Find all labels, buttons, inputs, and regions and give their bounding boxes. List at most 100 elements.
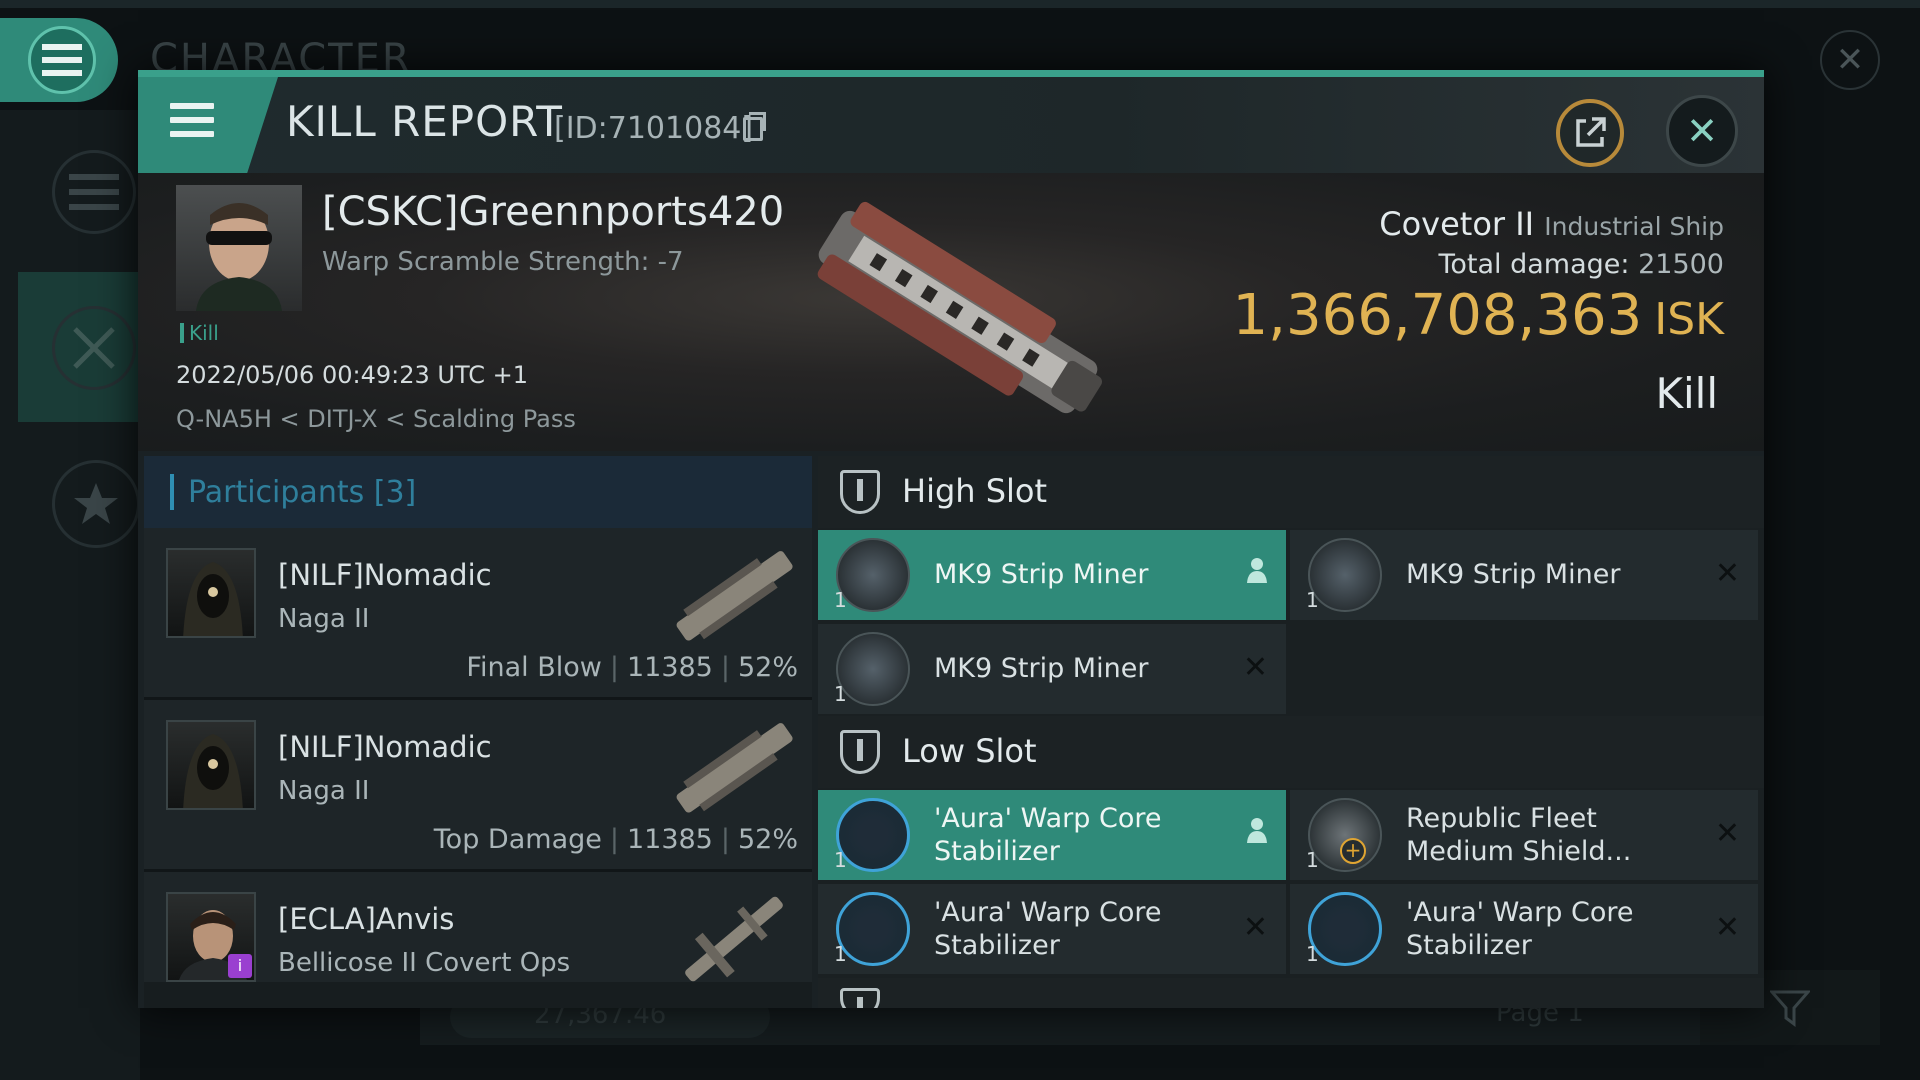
header-menu-button[interactable] bbox=[138, 77, 278, 173]
module-name: MK9 Strip Miner bbox=[934, 653, 1149, 684]
participant-ship: Naga II bbox=[278, 776, 370, 806]
kill-location[interactable]: Q-NA5H < DITJ-X < Scalding Pass bbox=[176, 405, 576, 433]
module-name-line1: 'Aura' Warp Core bbox=[1406, 897, 1634, 928]
module-name-line2: Stabilizer bbox=[1406, 930, 1532, 961]
strip-miner-icon bbox=[836, 538, 910, 612]
participant-avatar[interactable] bbox=[166, 720, 256, 810]
background-menu-button[interactable] bbox=[0, 18, 118, 102]
module-name: 'Aura' Warp Core Stabilizer bbox=[934, 896, 1161, 962]
participant-ship-image[interactable] bbox=[664, 884, 804, 994]
close-icon: ✕ bbox=[1686, 109, 1718, 153]
low-slot-title: Low Slot bbox=[902, 732, 1037, 770]
total-damage: Total damage: 21500 bbox=[1438, 249, 1724, 280]
victim-panel: [CSKC]Greennports420 Warp Scramble Stren… bbox=[138, 173, 1764, 451]
isk-amount: 1,366,708,363 bbox=[1232, 283, 1643, 348]
participant-name: [ECLA]Anvis bbox=[278, 902, 455, 936]
person-icon bbox=[1246, 556, 1268, 591]
warp-core-stabilizer-icon bbox=[836, 892, 910, 966]
list-icon[interactable] bbox=[52, 150, 136, 234]
participant-ship: Bellicose II Covert Ops bbox=[278, 948, 571, 978]
total-damage-value: 21500 bbox=[1638, 249, 1724, 280]
warp-core-stabilizer-icon bbox=[1308, 892, 1382, 966]
dialog-header: KILL REPORT [ID:7101084] ✕ bbox=[138, 77, 1764, 173]
module-quantity: 1 bbox=[834, 682, 847, 706]
module-name-line2: Medium Shield... bbox=[1406, 836, 1632, 867]
module-name-line1: Republic Fleet bbox=[1406, 803, 1597, 834]
participant-role: Top Damage bbox=[433, 824, 602, 855]
module-name: 'Aura' Warp Core Stabilizer bbox=[934, 802, 1161, 868]
victim-avatar[interactable] bbox=[176, 185, 302, 311]
kill-result: Kill bbox=[1655, 369, 1718, 418]
participant-name: [NILF]Nomadic bbox=[278, 730, 492, 764]
module-item[interactable]: 1 'Aura' Warp Core Stabilizer ✕ bbox=[1290, 884, 1758, 974]
participant-ship: Naga II bbox=[278, 604, 370, 634]
victim-ship-name[interactable]: Covetor II bbox=[1379, 205, 1534, 243]
module-item[interactable]: 1 'Aura' Warp Core Stabilizer bbox=[818, 790, 1286, 880]
destroyed-x-icon: ✕ bbox=[1242, 910, 1268, 945]
person-icon bbox=[1246, 816, 1268, 851]
module-name: MK9 Strip Miner bbox=[934, 559, 1149, 590]
participant-percent: 52% bbox=[737, 652, 798, 683]
participant-ship-image[interactable] bbox=[664, 712, 804, 822]
character-badge-icon: i bbox=[228, 954, 252, 978]
background-sidebar bbox=[0, 110, 140, 1080]
victim-ship-line: Covetor II Industrial Ship bbox=[1379, 205, 1724, 243]
high-slot-header: High Slot bbox=[818, 456, 1764, 528]
accent-bar bbox=[138, 70, 1764, 77]
copy-icon[interactable] bbox=[743, 112, 766, 141]
participant-avatar[interactable] bbox=[166, 548, 256, 638]
module-quantity: 1 bbox=[834, 848, 847, 872]
module-quantity: 1 bbox=[1306, 588, 1319, 612]
menu-icon bbox=[28, 26, 96, 94]
victim-ship-image[interactable] bbox=[778, 187, 1138, 437]
high-slot-title: High Slot bbox=[902, 472, 1048, 510]
participant-percent: 52% bbox=[737, 824, 798, 855]
plus-icon: + bbox=[1340, 838, 1366, 864]
module-item[interactable]: 1 MK9 Strip Miner ✕ bbox=[818, 624, 1286, 714]
background-close-icon[interactable]: ✕ bbox=[1820, 30, 1880, 90]
participant-role: Final Blow bbox=[466, 652, 602, 683]
module-name: Republic Fleet Medium Shield... bbox=[1406, 802, 1631, 868]
module-item[interactable]: 1 'Aura' Warp Core Stabilizer ✕ bbox=[818, 884, 1286, 974]
low-slot-header: Low Slot bbox=[818, 716, 1764, 788]
participant-row[interactable]: [NILF]Nomadic Naga II Top Damage | 11385 | 5… bbox=[144, 700, 812, 872]
victim-name: [CSKC]Greennports420 bbox=[322, 189, 785, 235]
participant-name: [NILF]Nomadic bbox=[278, 558, 492, 592]
participant-damage: 11385 bbox=[626, 824, 713, 855]
module-name-line2: Stabilizer bbox=[934, 836, 1060, 867]
participants-header[interactable]: Participants [3] bbox=[144, 456, 812, 528]
destroyed-x-icon: ✕ bbox=[1714, 816, 1740, 851]
kill-report-dialog: KILL REPORT [ID:7101084] ✕ [CSKC]Greennp… bbox=[138, 70, 1764, 1008]
module-name-line1: 'Aura' Warp Core bbox=[934, 803, 1162, 834]
external-link-icon bbox=[1576, 117, 1606, 147]
destroyed-x-icon: ✕ bbox=[1714, 910, 1740, 945]
share-button[interactable] bbox=[1556, 99, 1624, 167]
module-item[interactable]: 1 MK9 Strip Miner bbox=[818, 530, 1286, 620]
module-quantity: 1 bbox=[834, 942, 847, 966]
star-icon[interactable] bbox=[52, 460, 140, 548]
module-item[interactable]: + 1 Republic Fleet Medium Shield... ✕ bbox=[1290, 790, 1758, 880]
low-slot-icon bbox=[840, 730, 880, 774]
participant-stats: Top Damage | 11385 | 52% bbox=[433, 824, 798, 855]
total-damage-label: Total damage: bbox=[1438, 249, 1630, 280]
module-name-line1: 'Aura' Warp Core bbox=[934, 897, 1162, 928]
module-quantity: 1 bbox=[1306, 942, 1319, 966]
strip-miner-icon bbox=[1308, 538, 1382, 612]
high-slot-icon bbox=[840, 470, 880, 514]
participant-ship-image[interactable] bbox=[664, 540, 804, 650]
warp-core-stabilizer-icon bbox=[836, 798, 910, 872]
participant-row[interactable]: i [ECLA]Anvis Bellicose II Covert Ops bbox=[144, 872, 812, 982]
participants-header-bar bbox=[170, 474, 174, 510]
crossed-swords-icon[interactable] bbox=[52, 306, 136, 390]
destroyed-x-icon: ✕ bbox=[1242, 650, 1268, 685]
module-name: MK9 Strip Miner bbox=[1406, 559, 1621, 590]
participant-avatar[interactable]: i bbox=[166, 892, 256, 982]
isk-value: 1,366,708,363 ISK bbox=[1233, 283, 1724, 348]
module-item[interactable]: 1 MK9 Strip Miner ✕ bbox=[1290, 530, 1758, 620]
participant-row[interactable]: [NILF]Nomadic Naga II Final Blow | 11385 | 5… bbox=[144, 528, 812, 700]
mid-slot-icon bbox=[840, 988, 880, 1008]
close-button[interactable]: ✕ bbox=[1666, 95, 1738, 167]
module-name-line2: Stabilizer bbox=[934, 930, 1060, 961]
destroyed-x-icon: ✕ bbox=[1714, 556, 1740, 591]
module-quantity: 1 bbox=[1306, 848, 1319, 872]
